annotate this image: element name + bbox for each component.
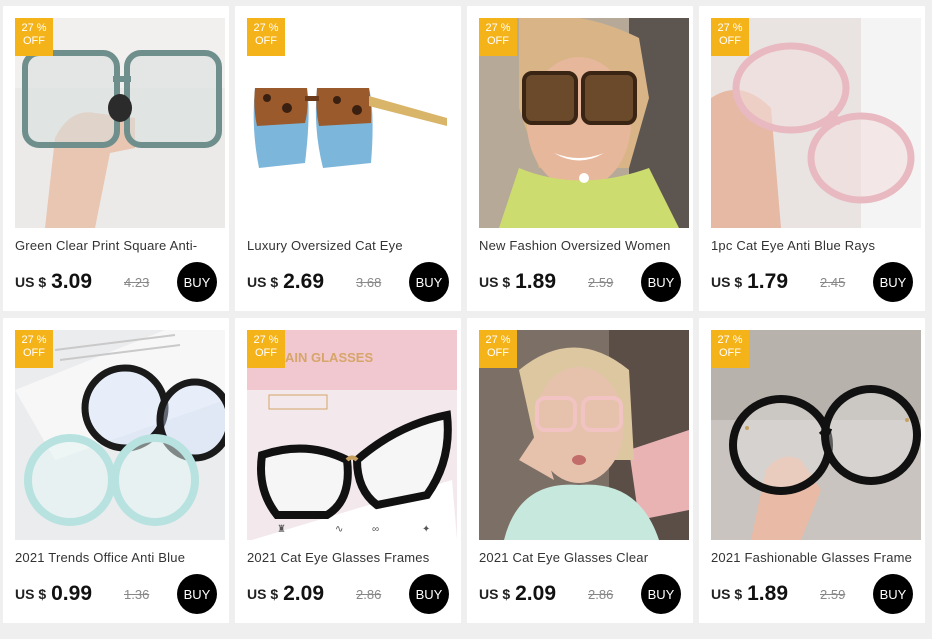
product-title[interactable]: New Fashion Oversized Women — [479, 238, 681, 253]
discount-badge: 27 % OFF — [711, 330, 749, 368]
product-image[interactable]: 27 % OFF — [711, 330, 921, 540]
svg-text:∿: ∿ — [335, 524, 343, 535]
svg-text:∞: ∞ — [372, 524, 379, 535]
svg-text:♜: ♜ — [277, 524, 286, 535]
discount-off-label: OFF — [255, 35, 277, 47]
product-title[interactable]: 2021 Cat Eye Glasses Frames — [247, 550, 449, 565]
original-price: 2.86 — [356, 586, 382, 602]
discount-badge: 27 % OFF — [247, 18, 285, 56]
sale-price: 1.89 — [515, 270, 556, 293]
product-card[interactable]: 27 % OFF Green Clear Print Square Anti- … — [3, 6, 229, 311]
product-title[interactable]: Green Clear Print Square Anti- — [15, 238, 217, 253]
product-card[interactable]: 27 % OFF New Fashion Oversized Women US … — [467, 6, 693, 311]
discount-badge: 27 % OFF — [711, 18, 749, 56]
product-image[interactable]: 27 % OFF — [247, 18, 457, 228]
svg-text:✦: ✦ — [422, 524, 430, 535]
discount-badge: 27 % OFF — [479, 18, 517, 56]
original-price: 2.59 — [588, 274, 614, 290]
discount-badge: 27 % OFF — [15, 330, 53, 368]
discount-off-label: OFF — [23, 347, 45, 359]
price-row: US $ 0.99 1.36 BUY — [15, 574, 217, 614]
sale-price: 2.69 — [283, 270, 324, 293]
discount-percent: 27 % — [717, 22, 743, 34]
discount-badge: 27 % OFF — [247, 330, 285, 368]
product-image[interactable]: 27 % OFF — [479, 330, 689, 540]
product-title[interactable]: 2021 Fashionable Glasses Frame — [711, 550, 913, 565]
currency-label: US $ — [711, 586, 743, 602]
discount-percent: 27 % — [717, 334, 743, 346]
product-grid: 27 % OFF Green Clear Print Square Anti- … — [3, 6, 925, 623]
price-row: US $ 2.09 2.86 BUY — [479, 574, 681, 614]
product-image[interactable]: 27 % OFF — [711, 18, 921, 228]
product-card[interactable]: 27 % OFF 2021 Fashionable Glasses Frame … — [699, 318, 925, 623]
product-card[interactable]: 27 % OFF 1pc Cat Eye Anti Blue Rays US $… — [699, 6, 925, 311]
discount-badge: 27 % OFF — [15, 18, 53, 56]
sale-price: 1.89 — [747, 582, 788, 605]
buy-button[interactable]: BUY — [873, 262, 913, 302]
price-row: US $ 1.79 2.45 BUY — [711, 262, 913, 302]
discount-off-label: OFF — [719, 347, 741, 359]
discount-percent: 27 % — [485, 334, 511, 346]
buy-button[interactable]: BUY — [641, 574, 681, 614]
buy-button[interactable]: BUY — [409, 574, 449, 614]
product-card[interactable]: AIN GLASSES ♜ ∿ ∞ ✦ 27 % OFF 2021 Cat Ey… — [235, 318, 461, 623]
currency-label: US $ — [479, 586, 511, 602]
product-title[interactable]: Luxury Oversized Cat Eye — [247, 238, 449, 253]
buy-button[interactable]: BUY — [409, 262, 449, 302]
sale-price: 3.09 — [51, 270, 92, 293]
sale-price: 1.79 — [747, 270, 788, 293]
sale-price: 2.09 — [283, 582, 324, 605]
discount-off-label: OFF — [487, 347, 509, 359]
currency-label: US $ — [15, 586, 47, 602]
product-title[interactable]: 2021 Trends Office Anti Blue — [15, 550, 217, 565]
product-image[interactable]: 27 % OFF — [15, 18, 225, 228]
product-title[interactable]: 1pc Cat Eye Anti Blue Rays — [711, 238, 913, 253]
sale-price: 2.09 — [515, 582, 556, 605]
discount-off-label: OFF — [255, 347, 277, 359]
image-overlay-text: AIN GLASSES — [285, 350, 373, 365]
product-image[interactable]: 27 % OFF — [15, 330, 225, 540]
original-price: 3.68 — [356, 274, 382, 290]
price-row: US $ 3.09 4.23 BUY — [15, 262, 217, 302]
original-price: 4.23 — [124, 274, 150, 290]
currency-label: US $ — [247, 274, 279, 290]
currency-label: US $ — [247, 586, 279, 602]
price-row: US $ 2.69 3.68 BUY — [247, 262, 449, 302]
sale-price: 0.99 — [51, 582, 92, 605]
product-card[interactable]: 27 % OFF Luxury Oversized Cat Eye US $ 2… — [235, 6, 461, 311]
discount-badge: 27 % OFF — [479, 330, 517, 368]
price-row: US $ 2.09 2.86 BUY — [247, 574, 449, 614]
original-price: 2.86 — [588, 586, 614, 602]
product-title[interactable]: 2021 Cat Eye Glasses Clear — [479, 550, 681, 565]
discount-percent: 27 % — [21, 22, 47, 34]
price-row: US $ 1.89 2.59 BUY — [711, 574, 913, 614]
discount-off-label: OFF — [719, 35, 741, 47]
discount-off-label: OFF — [487, 35, 509, 47]
discount-percent: 27 % — [485, 22, 511, 34]
discount-percent: 27 % — [253, 334, 279, 346]
buy-button[interactable]: BUY — [177, 262, 217, 302]
buy-button[interactable]: BUY — [641, 262, 681, 302]
currency-label: US $ — [479, 274, 511, 290]
buy-button[interactable]: BUY — [177, 574, 217, 614]
currency-label: US $ — [711, 274, 743, 290]
product-image[interactable]: 27 % OFF — [479, 18, 689, 228]
original-price: 2.59 — [820, 586, 846, 602]
product-image[interactable]: AIN GLASSES ♜ ∿ ∞ ✦ 27 % OFF — [247, 330, 457, 540]
discount-off-label: OFF — [23, 35, 45, 47]
product-card[interactable]: 27 % OFF 2021 Trends Office Anti Blue US… — [3, 318, 229, 623]
price-row: US $ 1.89 2.59 BUY — [479, 262, 681, 302]
original-price: 2.45 — [820, 274, 846, 290]
discount-percent: 27 % — [253, 22, 279, 34]
currency-label: US $ — [15, 274, 47, 290]
discount-percent: 27 % — [21, 334, 47, 346]
buy-button[interactable]: BUY — [873, 574, 913, 614]
original-price: 1.36 — [124, 586, 150, 602]
product-card[interactable]: 27 % OFF 2021 Cat Eye Glasses Clear US $… — [467, 318, 693, 623]
